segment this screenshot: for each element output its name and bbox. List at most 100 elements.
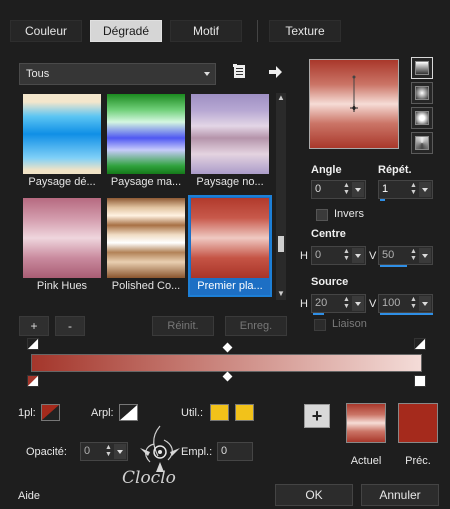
library-scrollbar[interactable]: ▲ ▼ [276, 93, 286, 300]
ok-button[interactable]: OK [275, 484, 353, 506]
add-to-util-button[interactable]: + [304, 404, 330, 428]
up-down-icon[interactable]: ▲ ▼ [409, 182, 418, 197]
center-label: Centre [311, 228, 346, 240]
save-button[interactable]: Enreg. [225, 316, 287, 336]
thumb-caption: Polished Co... [111, 280, 181, 292]
dropdown-icon[interactable] [419, 296, 431, 311]
tab-motif[interactable]: Motif [170, 20, 242, 42]
color-midpoint-marker[interactable] [222, 371, 233, 382]
gradient-thumb-5[interactable]: Polished Co... [106, 197, 186, 295]
reset-button[interactable]: Réinit. [152, 316, 214, 336]
linear-gradient-icon [415, 61, 429, 75]
category-dropdown[interactable]: Tous [19, 63, 216, 85]
gradient-preview [191, 198, 269, 278]
watermark-text: Cloclo [122, 468, 176, 488]
up-down-icon[interactable]: ▲ ▼ [342, 296, 351, 311]
gradient-thumb-3[interactable]: Paysage no... [190, 93, 270, 191]
scroll-down-icon[interactable]: ▼ [277, 290, 285, 298]
rectangular-style-button[interactable] [411, 107, 433, 129]
up-down-icon[interactable]: ▲ ▼ [342, 248, 351, 263]
thumb-caption: Paysage ma... [110, 176, 182, 188]
source-v-slider-fill [380, 313, 433, 315]
center-h-value: 0 [315, 249, 322, 261]
dropdown-icon[interactable] [419, 248, 431, 263]
angle-spinbox[interactable]: 0 ▲ ▼ [311, 180, 366, 199]
sunburst-style-button[interactable] [411, 132, 433, 154]
rectangular-gradient-icon [415, 111, 429, 125]
background-stop-swatch[interactable] [119, 404, 138, 421]
center-h-label: H [300, 250, 308, 262]
color-stop-left-icon[interactable] [27, 375, 39, 387]
dropdown-icon[interactable] [419, 182, 431, 197]
add-gradient-button[interactable]: + [19, 316, 49, 336]
previous-label: Préc. [405, 455, 431, 467]
source-h-label: H [300, 298, 308, 310]
dropdown-icon[interactable] [352, 248, 364, 263]
dropdown-icon[interactable] [352, 182, 364, 197]
gradient-preview [23, 198, 101, 278]
gradient-bar[interactable] [31, 354, 422, 372]
repeat-value: 1 [382, 183, 389, 195]
radial-style-button[interactable] [411, 82, 433, 104]
opacity-midpoint-marker[interactable] [222, 342, 233, 353]
gradient-thumb-6-selected[interactable]: Premier pla... [188, 195, 272, 297]
gradient-thumb-4[interactable]: Pink Hues [22, 197, 102, 295]
gradient-preview [23, 94, 101, 174]
source-v-label: V [369, 298, 377, 310]
arrow-right-icon[interactable] [267, 64, 283, 80]
util-color-swatch-2[interactable] [235, 404, 254, 421]
location-field[interactable]: 0 [217, 442, 253, 461]
link-checkbox[interactable] [314, 319, 326, 331]
angle-handle-icon[interactable] [310, 60, 398, 148]
angle-value: 0 [315, 183, 322, 195]
source-v-value: 100 [382, 297, 401, 309]
util-color-swatch-1[interactable] [210, 404, 229, 421]
help-button[interactable]: Aide [18, 490, 40, 502]
linear-style-button[interactable] [411, 57, 433, 79]
current-swatch[interactable] [346, 403, 386, 443]
remove-gradient-button[interactable]: - [55, 316, 85, 336]
scroll-up-icon[interactable]: ▲ [277, 94, 285, 102]
view-options-icon[interactable] [232, 64, 248, 80]
up-down-icon[interactable]: ▲ ▼ [104, 444, 113, 459]
invert-label: Invers [334, 208, 364, 220]
repeat-label: Répét. [378, 164, 412, 176]
source-v-spinbox[interactable]: 100 ▲ ▼ [378, 294, 433, 313]
gradient-preview [107, 94, 185, 174]
source-h-spinbox[interactable]: 20 ▲ ▼ [311, 294, 366, 313]
tab-texture[interactable]: Texture [269, 20, 341, 42]
thumb-caption: Paysage no... [196, 176, 264, 188]
center-v-slider-fill [380, 265, 407, 267]
up-down-icon[interactable]: ▲ ▼ [342, 182, 351, 197]
gradient-thumb-1[interactable]: Paysage dé... [22, 93, 102, 191]
foreground-stop-top-icon[interactable] [27, 338, 39, 350]
opacity-1pl-label: 1pl: [18, 407, 36, 419]
repeat-spinbox[interactable]: 1 ▲ ▼ [378, 180, 433, 199]
category-dropdown-value: Tous [26, 68, 50, 80]
source-h-slider-fill [313, 313, 324, 315]
center-h-spinbox[interactable]: 0 ▲ ▼ [311, 246, 366, 265]
invert-checkbox[interactable] [316, 209, 328, 221]
gradient-thumb-2[interactable]: Paysage ma... [106, 93, 186, 191]
background-stop-top-icon[interactable] [414, 338, 426, 350]
thumb-caption: Pink Hues [36, 280, 88, 292]
foreground-stop-swatch[interactable] [41, 404, 60, 421]
color-stop-right-icon[interactable] [414, 375, 426, 387]
dropdown-icon[interactable] [352, 296, 364, 311]
gradient-preview-large[interactable] [309, 59, 399, 149]
source-h-value: 20 [315, 297, 328, 309]
cancel-button[interactable]: Annuler [361, 484, 439, 506]
tab-couleur[interactable]: Couleur [10, 20, 82, 42]
center-v-spinbox[interactable]: 50 ▲ ▼ [378, 246, 433, 265]
up-down-icon[interactable]: ▲ ▼ [409, 296, 418, 311]
previous-swatch[interactable] [398, 403, 438, 443]
center-v-label: V [369, 250, 377, 262]
opacity-label: Opacité: [26, 446, 67, 458]
opacity-value: 0 [84, 445, 91, 457]
tab-degrade[interactable]: Dégradé [90, 20, 162, 42]
scrollbar-thumb[interactable] [278, 236, 284, 252]
cloclo-watermark: Cloclo [120, 422, 210, 494]
up-down-icon[interactable]: ▲ ▼ [409, 248, 418, 263]
gradient-preview [107, 198, 185, 278]
tab-separator [257, 20, 258, 42]
